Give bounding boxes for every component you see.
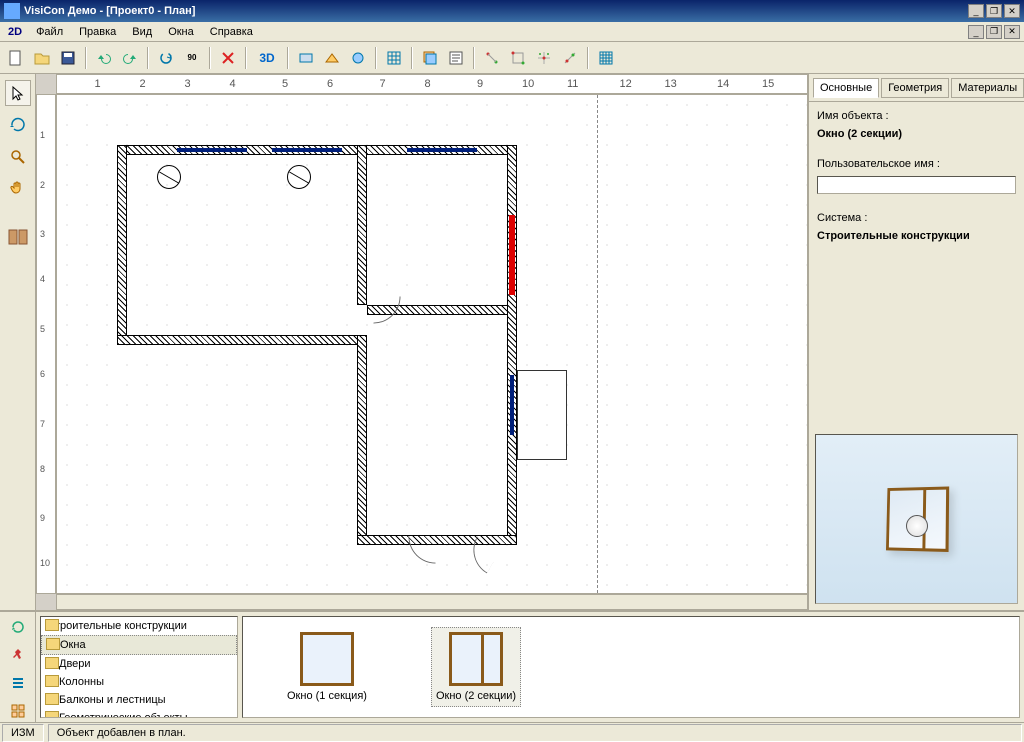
status-mode: ИЗМ: [2, 724, 44, 742]
object-name-value: Окно (2 секции): [817, 128, 1016, 140]
tree-balconies[interactable]: Балконы и лестницы: [41, 691, 237, 709]
menu-windows[interactable]: Окна: [162, 24, 200, 40]
tree-doors[interactable]: Двери: [41, 655, 237, 673]
tool-a[interactable]: [294, 46, 318, 70]
menu-edit[interactable]: Правка: [73, 24, 122, 40]
status-message: Объект добавлен в план.: [48, 724, 1022, 742]
pivot-icon: [906, 515, 928, 537]
menu-file[interactable]: Файл: [30, 24, 69, 40]
mdi-maximize-button[interactable]: ❐: [986, 25, 1002, 39]
tree-columns[interactable]: Колонны: [41, 673, 237, 691]
door-tool[interactable]: [5, 224, 31, 250]
pan-tool[interactable]: [5, 176, 31, 202]
catalog-tree[interactable]: Строительные конструкции Окна Двери Коло…: [40, 616, 238, 718]
mode-2d[interactable]: 2D: [4, 26, 26, 38]
props-button[interactable]: [444, 46, 468, 70]
open-button[interactable]: [30, 46, 54, 70]
user-name-label: Пользовательское имя :: [817, 158, 1016, 170]
tab-materials[interactable]: Материалы: [951, 78, 1024, 98]
grid-snap-button[interactable]: [594, 46, 618, 70]
preview-3d[interactable]: [815, 434, 1018, 604]
tree-root[interactable]: Строительные конструкции: [41, 617, 237, 635]
delete-button[interactable]: [216, 46, 240, 70]
redo-button[interactable]: [118, 46, 142, 70]
rotate-button[interactable]: [154, 46, 178, 70]
tab-geometry[interactable]: Геометрия: [881, 78, 949, 98]
snap-a[interactable]: [480, 46, 504, 70]
zoom-tool[interactable]: [5, 144, 31, 170]
object-name-label: Имя объекта :: [817, 110, 1016, 122]
snap-c[interactable]: [532, 46, 556, 70]
selected-window: [509, 215, 515, 295]
angle-button[interactable]: 90: [180, 46, 204, 70]
window-2-icon: [449, 632, 503, 686]
close-button[interactable]: ✕: [1004, 4, 1020, 18]
plan-canvas[interactable]: [56, 94, 808, 594]
select-tool[interactable]: [5, 80, 31, 106]
3d-button[interactable]: 3D: [252, 46, 282, 70]
horizontal-ruler: 123456789101112131415: [56, 74, 808, 94]
user-name-input[interactable]: [817, 176, 1016, 194]
grid-button[interactable]: [382, 46, 406, 70]
maximize-button[interactable]: ❐: [986, 4, 1002, 18]
centerline: [597, 95, 598, 593]
window-title: VisiCon Демо - [Проект0 - План]: [24, 5, 968, 17]
system-label: Система :: [817, 212, 1016, 224]
mdi-close-button[interactable]: ✕: [1004, 25, 1020, 39]
tool-c[interactable]: [346, 46, 370, 70]
cat-pin[interactable]: [6, 644, 30, 666]
system-value: Строительные конструкции: [817, 230, 1016, 242]
minimize-button[interactable]: _: [968, 4, 984, 18]
catalog-item-1[interactable]: Окно (1 секция): [283, 628, 371, 706]
undo-button[interactable]: [92, 46, 116, 70]
mdi-minimize-button[interactable]: _: [968, 25, 984, 39]
tree-windows[interactable]: Окна: [41, 635, 237, 655]
window-1-icon: [300, 632, 354, 686]
menu-view[interactable]: Вид: [126, 24, 158, 40]
layer-button[interactable]: [418, 46, 442, 70]
cat-refresh[interactable]: [6, 616, 30, 638]
tool-b[interactable]: [320, 46, 344, 70]
catalog-item-2[interactable]: Окно (2 секции): [431, 627, 521, 707]
rotate-tool[interactable]: [5, 112, 31, 138]
h-scrollbar[interactable]: [56, 594, 808, 610]
cat-grid[interactable]: [6, 700, 30, 722]
app-icon: [4, 3, 20, 19]
menu-help[interactable]: Справка: [204, 24, 259, 40]
tree-geom[interactable]: Геометрические объекты: [41, 709, 237, 718]
save-button[interactable]: [56, 46, 80, 70]
snap-d[interactable]: [558, 46, 582, 70]
catalog-item-1-label: Окно (1 секция): [287, 690, 367, 702]
catalog-items: Окно (1 секция) Окно (2 секции): [242, 616, 1020, 718]
new-button[interactable]: [4, 46, 28, 70]
catalog-item-2-label: Окно (2 секции): [436, 690, 516, 702]
cat-list[interactable]: [6, 672, 30, 694]
tab-main[interactable]: Основные: [813, 78, 879, 98]
vertical-ruler: 12345678910: [36, 94, 56, 594]
snap-b[interactable]: [506, 46, 530, 70]
